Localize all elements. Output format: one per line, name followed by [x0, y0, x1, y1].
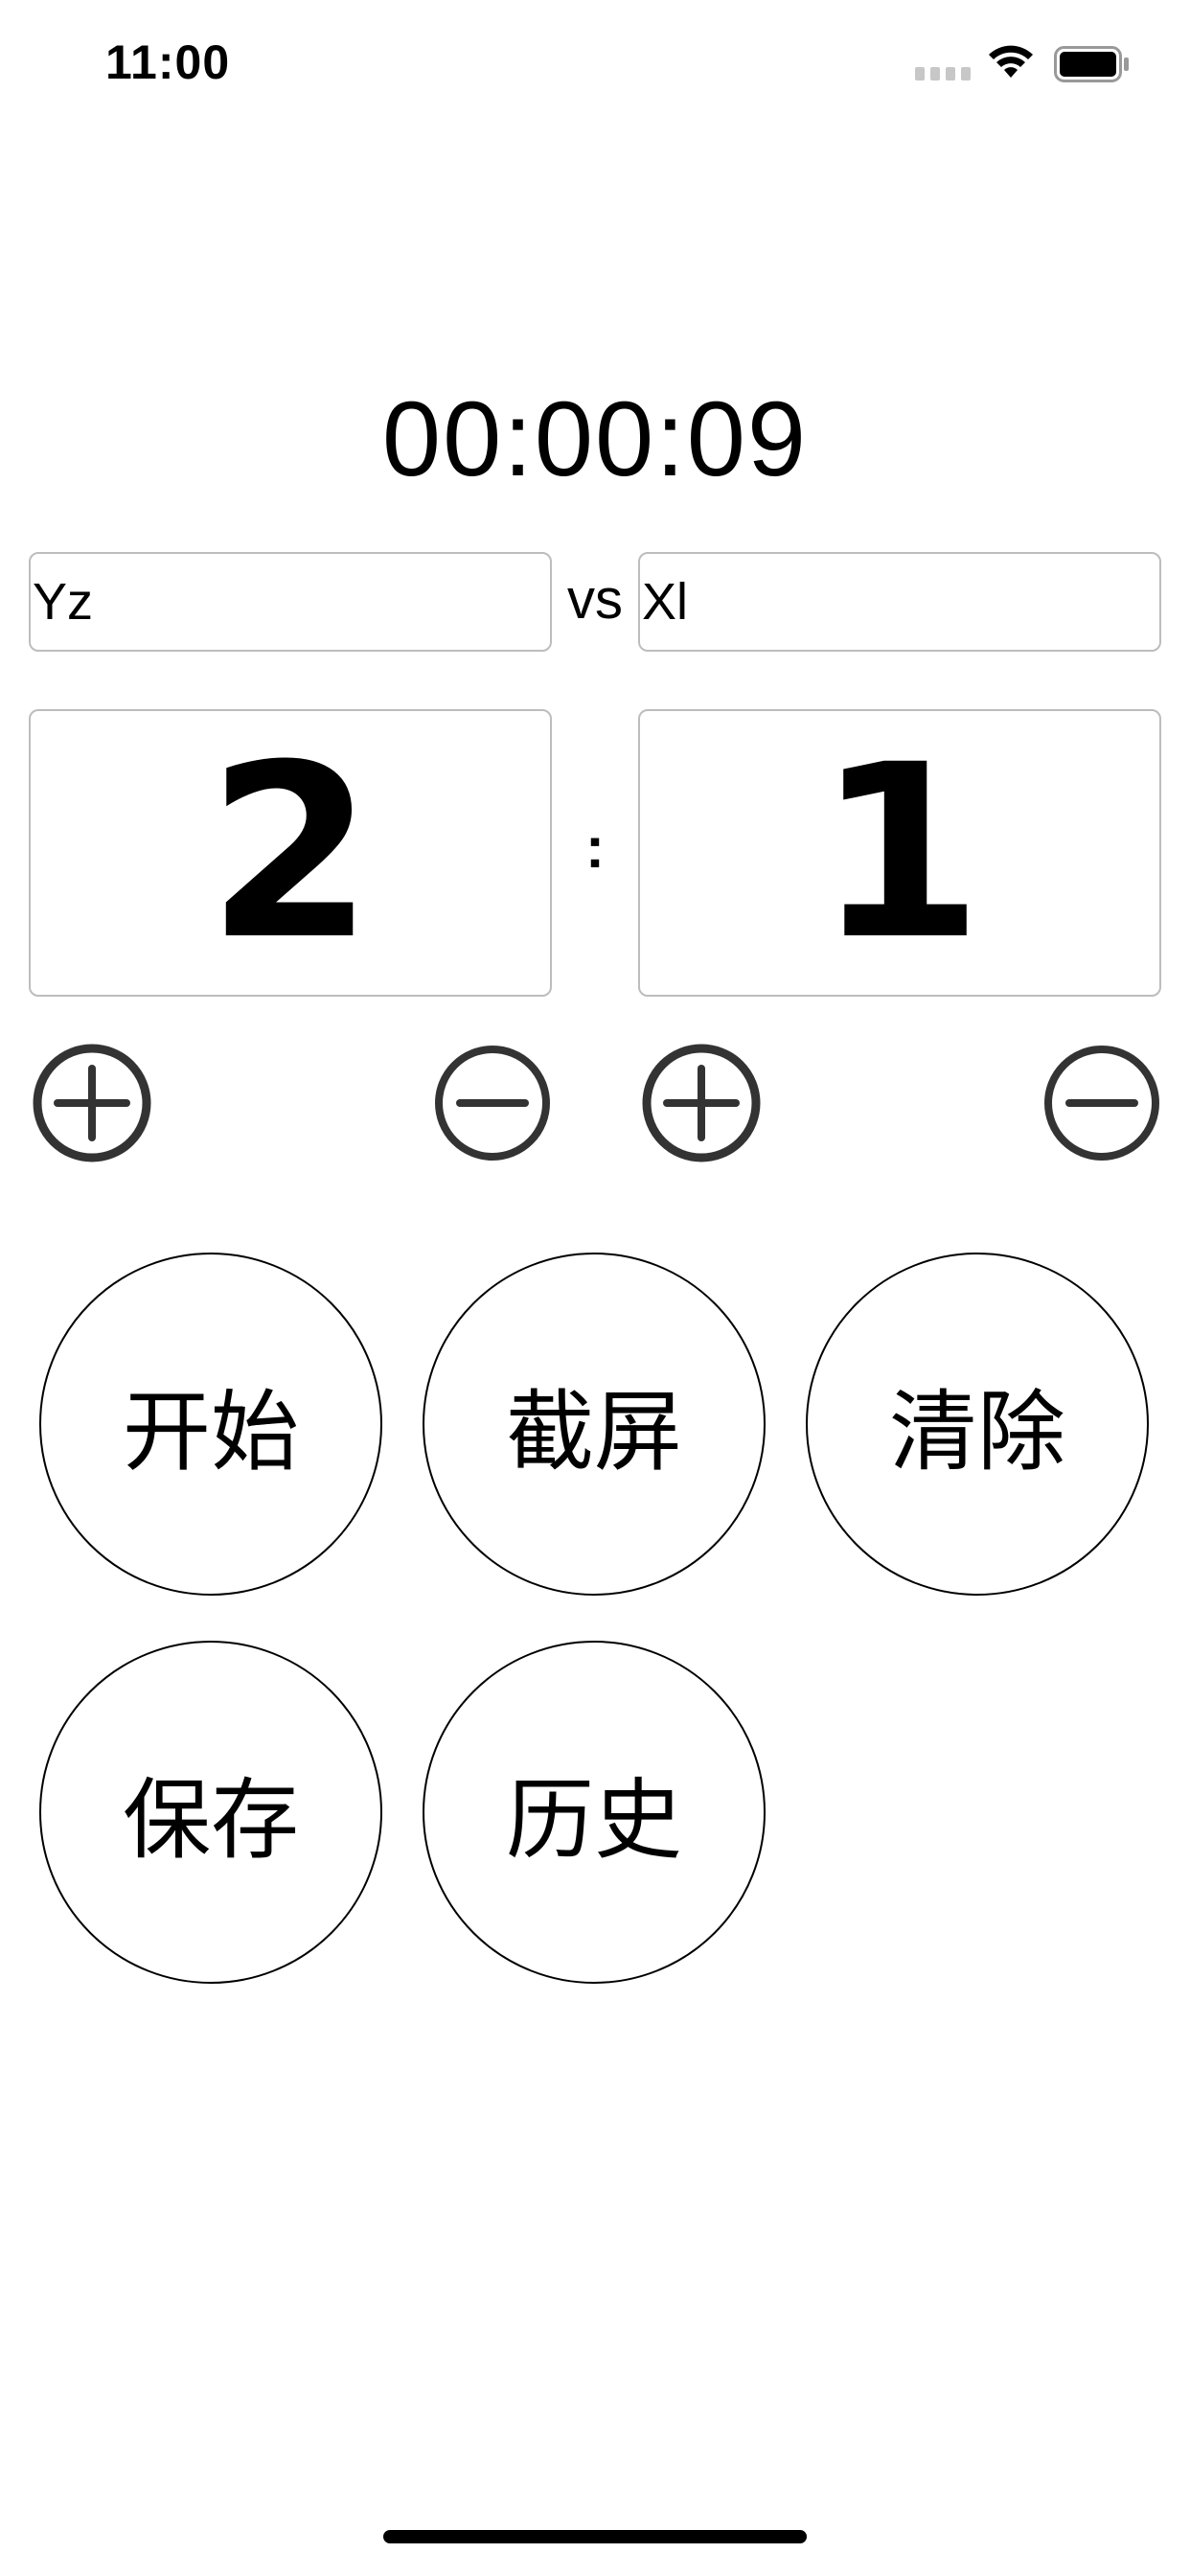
- screenshot-button[interactable]: 截屏: [423, 1253, 766, 1596]
- minus-circle-icon: [435, 1046, 550, 1161]
- minus-circle-icon: [1044, 1046, 1159, 1161]
- score-separator: :: [585, 816, 605, 880]
- team-a-plus-button[interactable]: [31, 1042, 153, 1164]
- status-time: 11:00: [105, 35, 231, 89]
- team-b-plus-button[interactable]: [640, 1042, 763, 1164]
- wifi-icon: [987, 42, 1035, 80]
- history-button[interactable]: 历史: [423, 1641, 766, 1984]
- team-a-score: 2: [29, 709, 552, 997]
- battery-icon: [1054, 46, 1131, 82]
- team-b-score-value: 1: [816, 713, 983, 992]
- team-b-score: 1: [638, 709, 1161, 997]
- timer-display: 00:00:09: [381, 380, 809, 498]
- plus-circle-icon: [642, 1044, 761, 1162]
- signal-icon: [915, 67, 973, 80]
- home-indicator[interactable]: [383, 2530, 807, 2543]
- clear-button[interactable]: 清除: [806, 1253, 1149, 1596]
- start-button[interactable]: 开始: [39, 1253, 382, 1596]
- team-b-minus-button[interactable]: [1041, 1042, 1163, 1164]
- plus-circle-icon: [33, 1044, 151, 1162]
- team-a-score-value: 2: [207, 713, 374, 992]
- team-a-minus-button[interactable]: [431, 1042, 554, 1164]
- save-button[interactable]: 保存: [39, 1641, 382, 1984]
- team-b-name-input[interactable]: [638, 552, 1161, 652]
- vs-label: vs: [567, 568, 623, 631]
- team-a-name-input[interactable]: [29, 552, 552, 652]
